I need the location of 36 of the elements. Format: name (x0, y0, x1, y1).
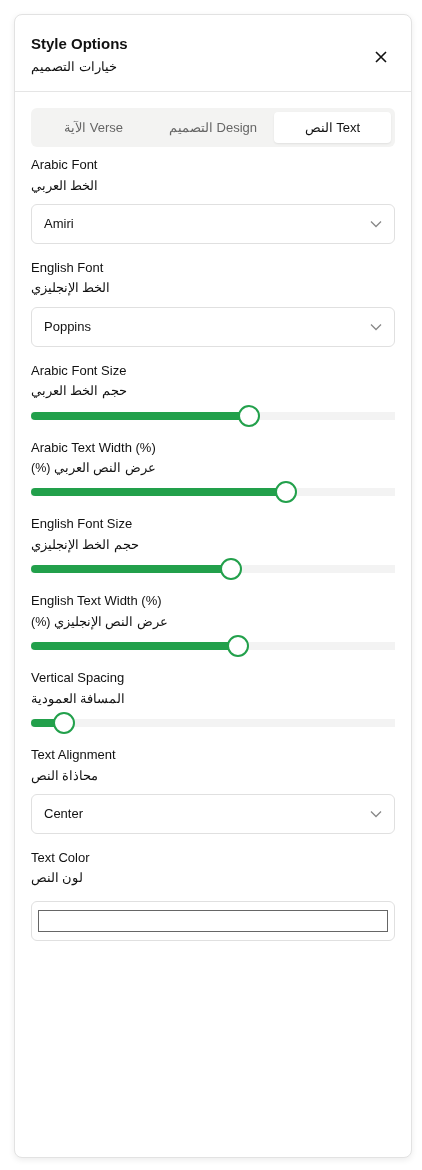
field-label: Vertical Spacing (31, 670, 126, 686)
tab[interactable]: الآية Verse (35, 111, 153, 143)
field-label: Arabic Font Size (31, 362, 128, 379)
slider-thumb[interactable] (52, 711, 75, 734)
panel-title: Style Options (31, 35, 128, 53)
dropdown[interactable]: Amiri (31, 203, 395, 244)
field-label-arabic: حجم الخط العربي (31, 383, 128, 400)
slider-thumb[interactable] (220, 558, 243, 581)
slider-thumb[interactable] (274, 481, 297, 504)
field-label: English Font (31, 259, 105, 276)
field-label: Arabic Font (31, 157, 99, 173)
field-label-arabic: لون النص (31, 870, 85, 887)
color-picker[interactable] (31, 900, 395, 941)
chevron-down-icon (370, 809, 382, 818)
field-label-arabic: محاذاة النص (31, 767, 100, 784)
tab[interactable]: النص Text (273, 111, 391, 143)
chevron-down-icon (370, 219, 382, 228)
field-label: Arabic Text Width (%) (31, 439, 157, 456)
tab[interactable]: التصميم Design (154, 111, 272, 143)
dropdown[interactable]: Poppins (31, 306, 395, 347)
chevron-down-icon (370, 322, 382, 331)
dropdown[interactable]: Center (31, 793, 395, 834)
field-label-arabic: الخط العربي (31, 177, 100, 194)
field-label-arabic: المسافة العمودية (31, 690, 127, 707)
panel-subtitle: خيارات التصميم (31, 58, 118, 77)
field-label-arabic: الخط الإنجليزي (31, 280, 112, 297)
field-label-arabic: عرض النص الإنجليزي (%) (31, 613, 169, 631)
field-label: English Font Size (31, 516, 134, 532)
field-label: Text Color (31, 849, 91, 866)
field-label-arabic: عرض النص العربي (%) (31, 460, 157, 477)
close-icon (375, 50, 387, 63)
field-label: English Text Width (%) (31, 593, 163, 609)
slider-thumb[interactable] (227, 635, 250, 658)
field-label: Text Alignment (31, 746, 117, 763)
slider-thumb[interactable] (238, 404, 261, 427)
field-label-arabic: حجم الخط الإنجليزي (31, 536, 140, 554)
